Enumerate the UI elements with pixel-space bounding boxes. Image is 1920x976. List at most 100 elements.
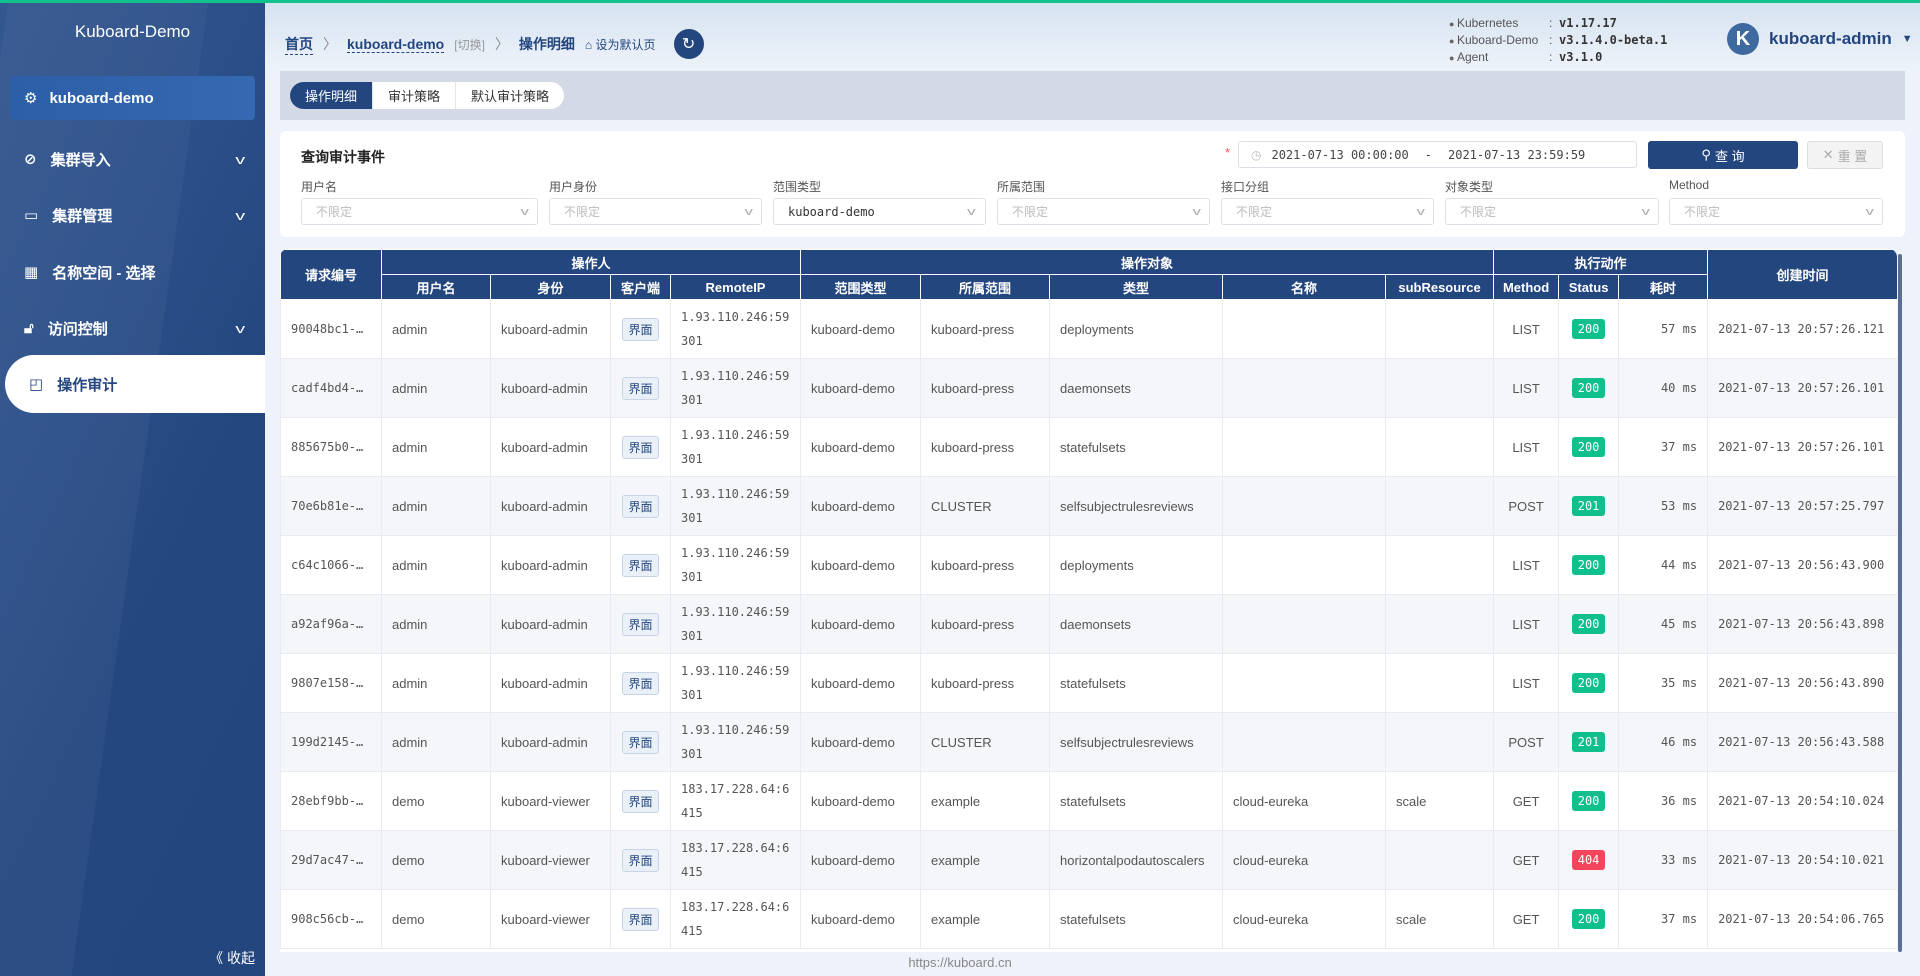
filter-label: 对象类型 bbox=[1445, 180, 1494, 194]
table-cell bbox=[1385, 594, 1495, 654]
filter-field: 范围类型 kuboard-demo v bbox=[773, 178, 986, 225]
column-header: RemoteIP bbox=[669, 274, 802, 300]
chevron-down-icon[interactable]: v bbox=[235, 208, 245, 223]
archive-icon: ▭ bbox=[24, 207, 39, 224]
table-cell: kuboard-demo bbox=[800, 594, 922, 654]
sidebar-item[interactable]: ◰ 操作审计 bbox=[5, 355, 265, 413]
table-cell: 199d2145-… bbox=[280, 712, 382, 772]
switch-cluster-link[interactable]: [切换] bbox=[454, 36, 485, 53]
status-badge: 200 bbox=[1571, 319, 1606, 339]
user-menu[interactable]: K kuboard-admin ▼ bbox=[1727, 23, 1913, 55]
table-cell: 57 ms bbox=[1618, 299, 1709, 359]
table-row[interactable]: a92af96a-… admin kuboard-admin 界面 1.93.110.2… bbox=[280, 594, 1897, 654]
filter-select[interactable]: kuboard-demo v bbox=[773, 198, 986, 225]
filter-field: 接口分组 不限定 v bbox=[1221, 178, 1434, 225]
set-default-link[interactable]: ⌂ 设为默认页 bbox=[585, 36, 656, 53]
refresh-button[interactable]: ↻ bbox=[673, 29, 704, 59]
table-cell: kuboard-press bbox=[920, 535, 1051, 595]
table-cell: admin bbox=[381, 358, 491, 418]
cluster-name: kuboard-demo bbox=[49, 89, 154, 107]
sidebar-item[interactable]: 🔓︎ 访问控制 v bbox=[0, 306, 265, 350]
table-cell bbox=[1385, 653, 1495, 713]
status-badge: 200 bbox=[1571, 555, 1606, 575]
table-cell: scale bbox=[1385, 771, 1495, 831]
table-cell bbox=[1222, 476, 1387, 536]
chevron-down-icon: v bbox=[744, 205, 753, 218]
table-cell: 200 bbox=[1558, 594, 1620, 654]
table-cell: 界面 bbox=[610, 712, 671, 772]
table-cell: kuboard-demo bbox=[800, 358, 922, 418]
table-row[interactable]: 70e6b81e-… admin kuboard-admin 界面 1.93.110.2… bbox=[280, 476, 1897, 536]
chevron-down-icon[interactable]: v bbox=[235, 321, 245, 336]
table-cell: kuboard-demo bbox=[800, 653, 922, 713]
table-cell: cadf4bd4-… bbox=[280, 358, 382, 418]
status-badge: 201 bbox=[1571, 496, 1606, 516]
table-row[interactable]: c64c1066-… admin kuboard-admin 界面 1.93.110.2… bbox=[280, 535, 1897, 595]
sidebar-item[interactable]: ▭ 集群管理 v bbox=[0, 193, 265, 237]
search-button[interactable]: ⚲ 查 询 bbox=[1648, 141, 1798, 169]
chevron-down-icon[interactable]: v bbox=[235, 152, 245, 167]
date-range-picker[interactable]: ◷ 2021-07-13 00:00:00 - 2021-07-13 23:59… bbox=[1238, 141, 1637, 168]
table-cell: 201 bbox=[1558, 476, 1620, 536]
tab-default-audit-policy[interactable]: 默认审计策略 bbox=[455, 82, 564, 109]
table-cell: example bbox=[920, 889, 1051, 949]
table-cell: 35 ms bbox=[1618, 653, 1709, 713]
table-cell: 200 bbox=[1558, 771, 1620, 831]
filter-value: 不限定 bbox=[1460, 205, 1497, 219]
client-tag: 界面 bbox=[622, 848, 659, 872]
tab-operation-details[interactable]: 操作明细 bbox=[290, 82, 373, 109]
status-badge: 200 bbox=[1571, 614, 1606, 634]
table-cell: GET bbox=[1493, 830, 1560, 890]
footer-link[interactable]: https://kuboard.cn bbox=[265, 955, 1655, 970]
reset-label: 重 置 bbox=[1837, 148, 1868, 164]
table-cell: 200 bbox=[1558, 535, 1620, 595]
tab-audit-policy[interactable]: 审计策略 bbox=[372, 82, 455, 109]
table-row[interactable]: 9807e158-… admin kuboard-admin 界面 1.93.110.2… bbox=[280, 653, 1897, 713]
filter-value: 不限定 bbox=[1236, 205, 1273, 219]
sidebar-item[interactable]: ▦ 名称空间 - 选择 bbox=[0, 250, 265, 294]
table-row[interactable]: 885675b0-… admin kuboard-admin 界面 1.93.110.2… bbox=[280, 417, 1897, 477]
table-cell: statefulsets bbox=[1049, 889, 1224, 949]
header-group-operator: 操作人 bbox=[380, 249, 802, 275]
filter-select[interactable]: 不限定 v bbox=[1445, 198, 1659, 225]
client-tag: 界面 bbox=[622, 612, 659, 636]
breadcrumb-home[interactable]: 首页 bbox=[285, 34, 313, 55]
client-tag: 界面 bbox=[622, 317, 659, 341]
table-cell bbox=[1385, 830, 1495, 890]
table-cell: 40 ms bbox=[1618, 358, 1709, 418]
table-row[interactable]: cadf4bd4-… admin kuboard-admin 界面 1.93.110.2… bbox=[280, 358, 1897, 418]
reset-button[interactable]: ✕ 重 置 bbox=[1807, 141, 1883, 169]
version-info: Kubernetes: v1.17.17 Kuboard-Demo: v3.1.… bbox=[1449, 15, 1667, 66]
collapse-sidebar-button[interactable]: 《 收起 bbox=[209, 948, 255, 968]
table-cell: 53 ms bbox=[1618, 476, 1709, 536]
table-cell: 1.93.110.246:59301 bbox=[669, 299, 802, 359]
table-row[interactable]: 90048bc1-… admin kuboard-admin 界面 1.93.110.2… bbox=[280, 299, 1897, 359]
table-scrollbar[interactable] bbox=[1898, 254, 1902, 952]
table-row[interactable]: 199d2145-… admin kuboard-admin 界面 1.93.110.2… bbox=[280, 712, 1897, 772]
current-cluster[interactable]: ⚙ kuboard-demo bbox=[10, 76, 255, 120]
filter-select[interactable]: 不限定 v bbox=[549, 198, 762, 225]
table-cell: kuboard-viewer bbox=[490, 889, 611, 949]
filter-select[interactable]: 不限定 v bbox=[997, 198, 1210, 225]
table-row[interactable]: 28ebf9bb-… demo kuboard-viewer 界面 183.17.228… bbox=[280, 771, 1897, 831]
table-cell: 46 ms bbox=[1618, 712, 1709, 772]
column-header: Status bbox=[1558, 274, 1620, 300]
filter-select[interactable]: 不限定 v bbox=[1221, 198, 1434, 225]
table-row[interactable]: 29d7ac47-… demo kuboard-viewer 界面 183.17.228… bbox=[280, 830, 1897, 890]
version-value: v3.1.0 bbox=[1559, 50, 1603, 64]
table-cell: 200 bbox=[1558, 299, 1620, 359]
home-icon: ⌂ bbox=[584, 37, 593, 52]
filter-select[interactable]: 不限定 v bbox=[301, 198, 538, 225]
column-header: 耗时 bbox=[1618, 274, 1709, 300]
table-cell bbox=[1222, 535, 1387, 595]
sidebar-item[interactable]: ⊘ 集群导入 v bbox=[0, 137, 265, 181]
filter-select[interactable]: 不限定 v bbox=[1669, 198, 1883, 225]
table-cell: 1.93.110.246:59301 bbox=[669, 653, 802, 713]
table-cell: kuboard-demo bbox=[800, 830, 922, 890]
table-row[interactable]: 908c56cb-… demo kuboard-viewer 界面 183.17.228… bbox=[280, 889, 1897, 949]
table-cell: example bbox=[920, 830, 1051, 890]
breadcrumb-cluster[interactable]: kuboard-demo bbox=[347, 36, 445, 53]
table-cell: 2021-07-13 20:57:26.121 bbox=[1707, 299, 1897, 359]
column-header: Method bbox=[1493, 274, 1560, 300]
table-cell: scale bbox=[1385, 889, 1495, 949]
